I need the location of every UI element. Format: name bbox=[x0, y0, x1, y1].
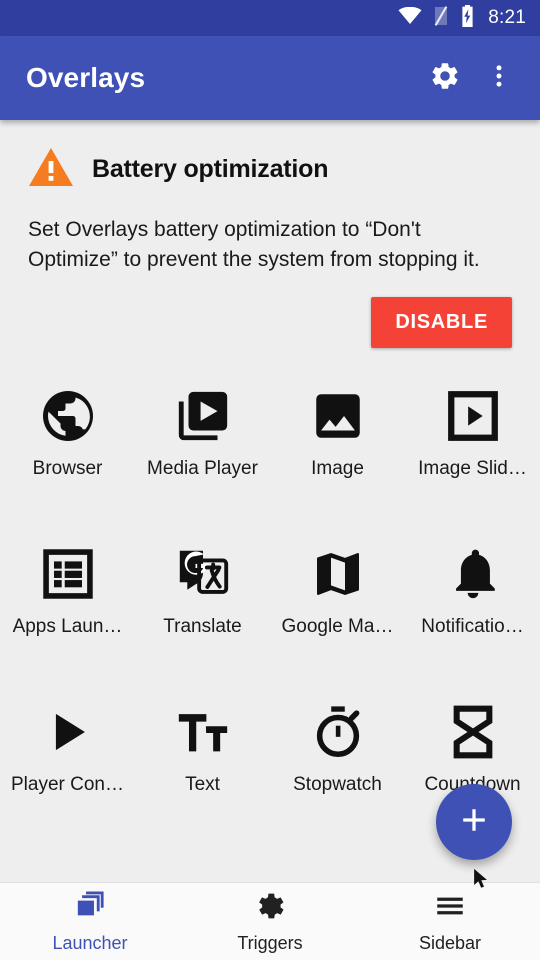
grid-item-browser[interactable]: Browser bbox=[0, 368, 135, 520]
nav-item-label: Triggers bbox=[237, 933, 303, 953]
globe-icon bbox=[38, 382, 98, 450]
app-bar: Overlays bbox=[0, 36, 540, 120]
disable-button[interactable]: DISABLE bbox=[371, 297, 512, 348]
layers-icon bbox=[73, 889, 107, 928]
main-content: Battery optimization Set Overlays batter… bbox=[0, 120, 540, 882]
apps-list-icon bbox=[40, 540, 96, 608]
card-title: Battery optimization bbox=[92, 155, 329, 183]
google-translate-icon bbox=[174, 540, 232, 608]
card-actions: DISABLE bbox=[28, 297, 512, 348]
grid-item-player-controls[interactable]: Player Con… bbox=[0, 684, 135, 836]
map-icon bbox=[310, 540, 366, 608]
video-library-icon bbox=[174, 382, 232, 450]
battery-charging-icon bbox=[460, 4, 475, 32]
grid-item-label: Browser bbox=[32, 458, 103, 479]
image-icon bbox=[309, 382, 367, 450]
grid-item-image-slideshow[interactable]: Image Slid… bbox=[405, 368, 540, 520]
overflow-menu-icon bbox=[485, 62, 513, 95]
stopwatch-icon bbox=[309, 698, 367, 766]
grid-item-label: Media Player bbox=[147, 458, 258, 479]
nav-item-sidebar[interactable]: Sidebar bbox=[360, 883, 540, 960]
status-bar: 8:21 bbox=[0, 0, 540, 36]
grid-item-media-player[interactable]: Media Player bbox=[135, 368, 270, 520]
format-size-icon bbox=[173, 698, 233, 766]
overflow-menu-button[interactable] bbox=[472, 51, 526, 105]
bell-icon bbox=[444, 540, 502, 608]
status-bar-icons bbox=[398, 4, 475, 32]
grid-item-apps-launcher[interactable]: Apps Laun… bbox=[0, 526, 135, 678]
gear-icon bbox=[429, 60, 461, 97]
signal-off-icon bbox=[433, 5, 449, 32]
hourglass-icon bbox=[445, 698, 501, 766]
grid-item-text[interactable]: Text bbox=[135, 684, 270, 836]
grid-item-translate[interactable]: Translate bbox=[135, 526, 270, 678]
nav-item-label: Launcher bbox=[52, 933, 128, 953]
grid-item-label: Image Slid… bbox=[418, 458, 527, 479]
grid-item-image[interactable]: Image bbox=[270, 368, 405, 520]
grid-item-label: Translate bbox=[163, 616, 242, 637]
page-title: Overlays bbox=[26, 62, 146, 93]
status-bar-clock: 8:21 bbox=[488, 7, 526, 28]
grid-item-label: Text bbox=[185, 774, 220, 795]
play-arrow-icon bbox=[39, 698, 97, 766]
card-header: Battery optimization bbox=[28, 146, 512, 193]
nav-item-launcher[interactable]: Launcher bbox=[0, 883, 180, 960]
image-slideshow-icon bbox=[444, 382, 502, 450]
overlay-grid: Browser Media Player Image Image Slid… A… bbox=[0, 362, 540, 836]
bottom-navigation: Launcher Triggers Sidebar bbox=[0, 882, 540, 960]
card-body-text: Set Overlays battery optimization to “Do… bbox=[28, 218, 480, 271]
wifi-icon bbox=[398, 6, 422, 30]
gear-play-icon bbox=[253, 889, 287, 928]
nav-item-triggers[interactable]: Triggers bbox=[180, 883, 360, 960]
grid-item-label: Image bbox=[311, 458, 364, 479]
grid-item-label: Google Ma… bbox=[281, 616, 394, 637]
battery-optimization-card: Battery optimization Set Overlays batter… bbox=[0, 120, 540, 362]
settings-button[interactable] bbox=[418, 51, 472, 105]
warning-triangle-icon bbox=[28, 146, 74, 193]
plus-icon bbox=[457, 803, 491, 842]
grid-item-label: Stopwatch bbox=[293, 774, 382, 795]
grid-item-google-maps[interactable]: Google Ma… bbox=[270, 526, 405, 678]
grid-item-label: Apps Laun… bbox=[12, 616, 123, 637]
add-overlay-fab[interactable] bbox=[436, 784, 512, 860]
grid-item-stopwatch[interactable]: Stopwatch bbox=[270, 684, 405, 836]
grid-item-notifications[interactable]: Notificatio… bbox=[405, 526, 540, 678]
hamburger-icon bbox=[433, 889, 467, 928]
grid-item-label: Notificatio… bbox=[421, 616, 524, 637]
app-root: 8:21 Overlays Battery optimization Set O… bbox=[0, 0, 540, 960]
grid-item-label: Player Con… bbox=[11, 774, 124, 795]
nav-item-label: Sidebar bbox=[418, 933, 482, 953]
